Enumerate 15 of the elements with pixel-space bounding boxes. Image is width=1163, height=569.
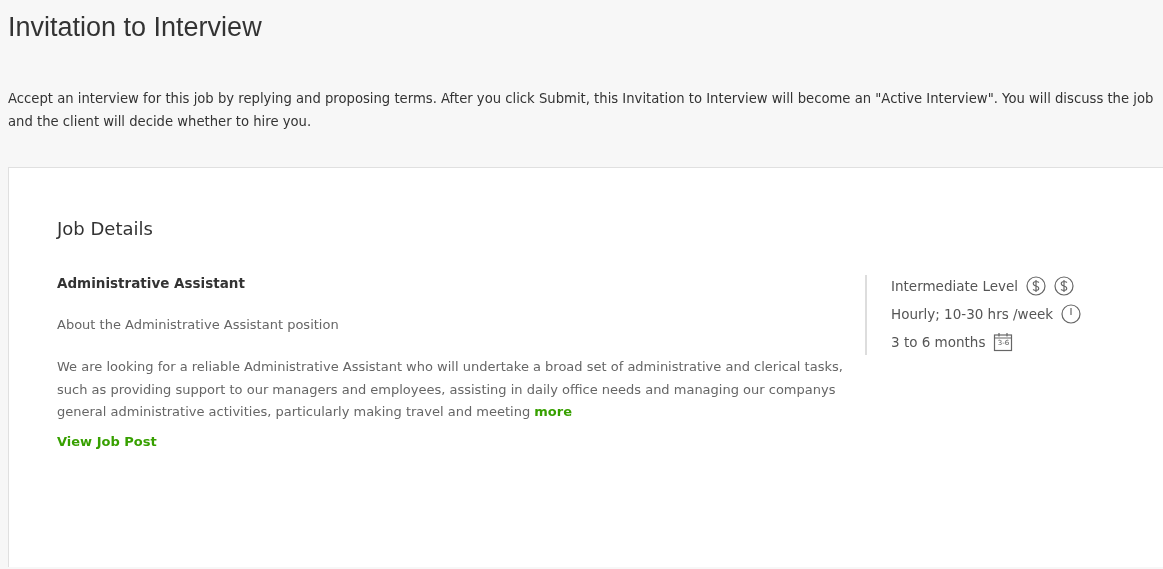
- more-link[interactable]: more: [534, 404, 573, 419]
- section-heading: Job Details: [57, 218, 154, 239]
- job-fact: Intermediate Level: [891, 278, 1019, 294]
- job-description: We are looking for a reliable Administrative Assistant who will undertake a broad set of administrative and clerical tasks, such as providing support to our managers and employees, assisting in daily office needs and managing our companys general administrative activities, particularly making travel and meeting more: [57, 358, 844, 421]
- dollar-icon: [1054, 276, 1075, 296]
- job-fact: Hourly; 10-30 hrs /week: [891, 306, 1054, 322]
- intro-text: Accept an interview for this job by replying and proposing terms. After you click Submit, this Invitation to Interview will become an "Active Interview". You will discuss the job and the client will decide whether to hire you.: [8, 90, 1155, 131]
- clock-icon: [1061, 304, 1082, 324]
- job-subtitle: About the Administrative Assistant position: [57, 317, 340, 332]
- page-title: Invitation to Interview: [8, 12, 263, 43]
- job-title: Administrative Assistant: [57, 275, 246, 291]
- dollar-icon: [1026, 276, 1047, 296]
- calendar-icon: [993, 332, 1014, 352]
- view-job-post-link[interactable]: View Job Post: [57, 433, 157, 449]
- job-fact: 3 to 6 months: [891, 334, 986, 350]
